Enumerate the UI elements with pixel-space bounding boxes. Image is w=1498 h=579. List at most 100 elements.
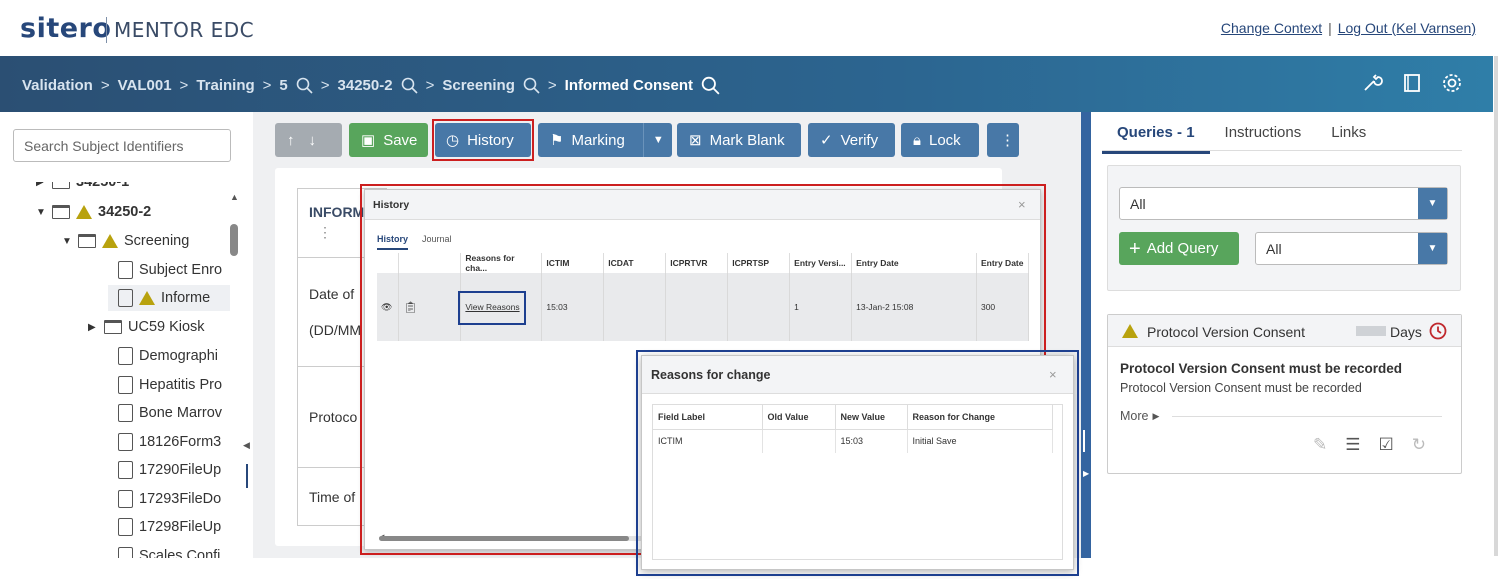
date-format-label: (DD/MM <box>309 322 362 338</box>
tree-item[interactable]: ▶ 34250-1 <box>36 182 129 190</box>
tree-item[interactable]: Demographi <box>118 347 218 365</box>
tree-item[interactable]: Scales Confi <box>118 547 220 558</box>
tree-item[interactable]: 17290FileUp <box>118 461 221 479</box>
expand-arrow-icon[interactable]: ▶ <box>88 322 98 333</box>
chevron-down-icon[interactable]: ▼ <box>1418 188 1447 219</box>
tree-item[interactable]: Hepatitis Pro <box>118 376 222 394</box>
gear-icon[interactable] <box>1441 72 1463 94</box>
more-options-button[interactable]: ⋮ <box>987 123 1019 157</box>
kebab-icon: ⋮ <box>1000 132 1015 149</box>
marking-button[interactable]: ⚑ Marking ▼ <box>538 123 672 157</box>
panel-divider[interactable]: ▶ <box>1081 112 1091 558</box>
change-context-link[interactable]: Change Context <box>1221 20 1322 36</box>
refresh-icon[interactable]: ↻ <box>1412 435 1426 455</box>
top-links: Change Context | Log Out (Kel Varnsen) <box>1221 20 1476 36</box>
kebab-icon[interactable]: ⋮ <box>318 224 332 241</box>
tree-item-label: Screening <box>124 233 190 249</box>
breadcrumb-subject[interactable]: 34250-2 <box>338 77 393 94</box>
sitero-logo: sitero <box>20 13 112 44</box>
more-divider <box>1172 416 1442 417</box>
add-query-button[interactable]: + Add Query <box>1119 232 1239 265</box>
query-filter-select[interactable]: All ▼ <box>1119 187 1448 220</box>
tree-item-label: Hepatitis Pro <box>139 377 223 393</box>
tree-item[interactable]: 18126Form3 <box>118 433 221 451</box>
folder-icon <box>52 182 70 189</box>
search-icon[interactable] <box>523 77 540 94</box>
breadcrumb-study[interactable]: VAL001 <box>118 77 172 94</box>
tree-item[interactable]: ▼ 34250-2 <box>36 204 151 220</box>
breadcrumb-site[interactable]: Training <box>196 77 254 94</box>
days-label: Days <box>1390 324 1422 340</box>
breadcrumb-validation[interactable]: Validation <box>22 77 93 94</box>
warning-icon <box>102 234 118 248</box>
search-icon[interactable] <box>401 77 418 94</box>
lock-icon: 🔒︎ <box>913 131 921 149</box>
nav-icons <box>1361 72 1463 94</box>
tab-instructions[interactable]: Instructions <box>1210 120 1317 154</box>
save-icon: ▣ <box>361 132 376 149</box>
book-icon[interactable] <box>1401 72 1423 94</box>
verify-button[interactable]: ✓ Verify <box>808 123 895 157</box>
more-toggle[interactable]: More ▶ <box>1120 409 1159 423</box>
tab-queries[interactable]: Queries - 1 <box>1102 120 1210 154</box>
form-icon <box>118 461 133 479</box>
breadcrumb-bar: Validation > VAL001 > Training > 5 > 342… <box>0 56 1493 112</box>
panel-resize-handle[interactable] <box>246 464 248 488</box>
marking-dropdown-icon[interactable]: ▼ <box>642 123 673 157</box>
subject-tree-panel: Search Subject Identifiers ▶ 34250-1 ▼ 342… <box>0 112 253 558</box>
tab-links[interactable]: Links <box>1316 120 1381 154</box>
expand-panel-icon[interactable]: ▶ <box>1083 469 1089 478</box>
tree-item[interactable]: ▶ UC59 Kiosk <box>88 319 205 335</box>
divider-handle[interactable] <box>1083 430 1085 452</box>
check-circle-icon: ✓ <box>820 132 833 149</box>
page-scrollbar[interactable] <box>1494 56 1498 556</box>
warning-icon <box>1122 324 1138 338</box>
scroll-up-icon[interactable]: ▲ <box>230 192 239 202</box>
document-check-icon[interactable]: ☑ <box>1379 435 1394 455</box>
tree-item[interactable]: 17298FileUp <box>118 518 221 536</box>
breadcrumb-visit[interactable]: Screening <box>442 77 515 94</box>
arrow-up-icon[interactable]: ↑ <box>287 132 295 149</box>
edit-document-icon[interactable]: ✎ <box>1313 435 1327 455</box>
row-divider <box>297 366 367 367</box>
date-label: Date of <box>309 286 355 302</box>
tree-scrollbar-thumb[interactable] <box>230 224 238 256</box>
collapse-arrow-icon[interactable]: ▼ <box>62 236 72 247</box>
form-icon <box>118 433 133 451</box>
arrow-down-icon[interactable]: ↓ <box>309 132 317 149</box>
breadcrumb: Validation > VAL001 > Training > 5 > 342… <box>22 76 720 95</box>
query-heading: Protocol Version Consent must be recorde… <box>1120 361 1403 376</box>
search-icon[interactable] <box>296 77 313 94</box>
wrench-icon[interactable] <box>1361 72 1383 94</box>
collapse-arrow-icon[interactable]: ▼ <box>36 207 46 218</box>
plus-icon: + <box>1129 237 1141 260</box>
logout-link[interactable]: Log Out (Kel Varnsen) <box>1338 20 1476 36</box>
folder-open-icon <box>78 234 96 248</box>
subject-search-input[interactable]: Search Subject Identifiers <box>13 129 231 162</box>
tree-item-label: 17293FileDo <box>139 491 222 507</box>
tree-item-selected[interactable]: Informe <box>108 285 230 311</box>
tree-item[interactable]: 17293FileDo <box>118 490 221 508</box>
form-icon <box>118 547 133 558</box>
query-actions: ✎ ☰ ☑ ↻ <box>1313 435 1426 455</box>
tree-item-label: 18126Form3 <box>139 434 222 450</box>
expand-arrow-icon[interactable]: ▶ <box>36 182 46 188</box>
form-icon <box>118 289 133 307</box>
document-icon[interactable]: ☰ <box>1345 435 1360 455</box>
mark-blank-button[interactable]: ⊠ Mark Blank <box>677 123 801 157</box>
save-button[interactable]: ▣ Save <box>349 123 428 157</box>
chevron-down-icon[interactable]: ▼ <box>1418 233 1447 264</box>
search-icon[interactable] <box>701 76 720 95</box>
breadcrumb-number[interactable]: 5 <box>279 77 287 94</box>
form-icon <box>118 261 133 279</box>
query-status-select[interactable]: All ▼ <box>1255 232 1448 265</box>
tree-item[interactable]: ▼ Screening <box>62 233 189 249</box>
tree-item[interactable]: Bone Marrov <box>118 404 222 422</box>
protocol-label: Protoco <box>309 409 358 425</box>
breadcrumb-sep: > <box>179 77 189 94</box>
lock-button[interactable]: 🔒︎ Lock <box>901 123 979 157</box>
collapse-panel-icon[interactable]: ◀ <box>243 440 250 451</box>
subject-tree: ▶ 34250-1 ▼ 34250-2 ▼ Screening Subject Enr… <box>0 182 230 558</box>
tree-item[interactable]: Subject Enro <box>118 261 222 279</box>
link-separator: | <box>1328 20 1332 36</box>
